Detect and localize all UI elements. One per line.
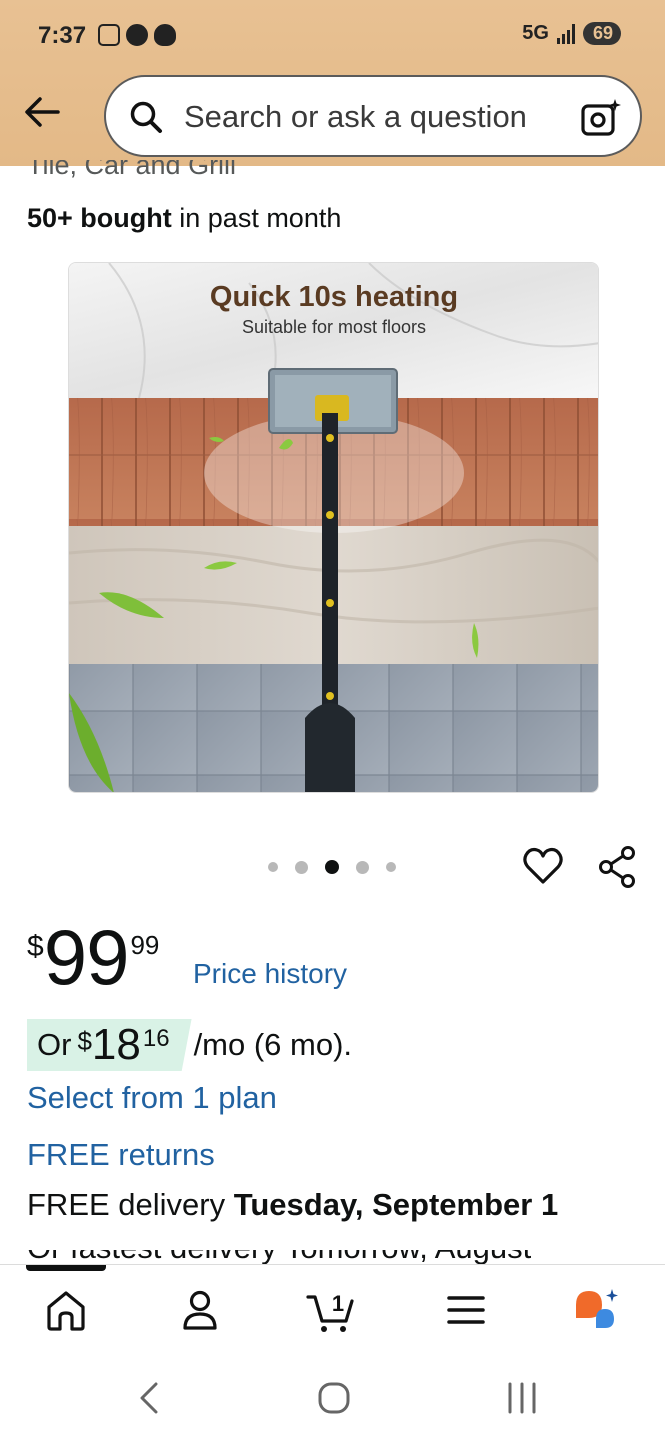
nav-account[interactable] — [175, 1285, 225, 1335]
carousel-dot[interactable] — [268, 862, 278, 872]
heart-icon[interactable] — [522, 846, 564, 886]
installment-offer: Or $ 18 16 /mo (6 mo). — [27, 1019, 352, 1071]
image-subline: Suitable for most floors — [242, 317, 426, 337]
installment-fraction: 16 — [142, 1025, 170, 1052]
camera-search-icon[interactable] — [580, 97, 622, 139]
menu-icon — [447, 1296, 485, 1324]
weather-icon — [154, 24, 176, 46]
installment-badge: Or $ 18 16 — [27, 1019, 192, 1071]
bought-count-number: 50+ bought — [27, 203, 172, 233]
rufus-assistant-icon — [576, 1289, 618, 1328]
share-icon[interactable] — [597, 845, 637, 889]
carousel-dot[interactable] — [356, 860, 369, 874]
battery-indicator: 69 — [582, 22, 621, 45]
carousel-dot[interactable] — [295, 860, 308, 874]
image-carousel-dots[interactable] — [268, 860, 396, 874]
network-label: 5G — [522, 22, 549, 44]
search-placeholder: Search or ask a question — [184, 99, 527, 134]
header-bar: 7:37 5G 69 Search or ask a question — [0, 0, 665, 166]
account-icon — [183, 1290, 217, 1330]
product-image[interactable]: Quick 10s heating Suitable for most floo… — [68, 262, 599, 793]
system-back-icon[interactable] — [130, 1378, 170, 1418]
image-headline: Quick 10s heating — [210, 281, 458, 313]
system-recents-icon[interactable] — [502, 1378, 542, 1418]
active-tab-indicator — [26, 1265, 106, 1271]
price-whole: 99 — [43, 913, 130, 1001]
search-icon — [130, 101, 162, 133]
delivery-prefix: FREE delivery — [27, 1187, 234, 1222]
price-history-link[interactable]: Price history — [193, 958, 347, 990]
system-nav-bar — [0, 1350, 665, 1440]
price-currency: $ — [27, 930, 44, 963]
price-fraction: 99 — [130, 930, 160, 960]
select-plan-link[interactable]: Select from 1 plan — [27, 1080, 277, 1116]
installment-prefix: Or — [37, 1027, 72, 1062]
screenshot-icon — [98, 24, 120, 46]
delivery-date: Tuesday, September 1 — [233, 1187, 559, 1222]
delivery-info: FREE delivery Tuesday, September 1 — [27, 1187, 558, 1223]
status-right: 5G 69 — [522, 22, 621, 45]
nav-cart[interactable]: 1 — [306, 1285, 356, 1335]
installment-whole: 18 — [91, 1020, 141, 1069]
notification-icons — [98, 24, 176, 46]
carousel-dot-active[interactable] — [325, 860, 339, 874]
status-time: 7:37 — [38, 22, 87, 49]
facebook-icon — [126, 24, 148, 46]
price: $ 99 99 — [27, 918, 159, 996]
home-icon — [47, 1291, 85, 1331]
bought-count: 50+ bought in past month — [27, 203, 341, 234]
carousel-dot[interactable] — [386, 862, 396, 872]
cart-icon: 1 — [306, 1291, 354, 1332]
status-bar: 7:37 5G 69 — [0, 0, 665, 72]
installment-suffix: /mo (6 mo). — [193, 1027, 353, 1062]
free-returns-link[interactable]: FREE returns — [27, 1137, 215, 1173]
bought-count-suffix: in past month — [171, 203, 342, 233]
cart-count: 1 — [332, 1291, 344, 1316]
nav-menu[interactable] — [441, 1285, 491, 1335]
system-home-icon[interactable] — [314, 1378, 354, 1418]
installment-currency: $ — [77, 1025, 92, 1056]
bottom-nav: 1 — [0, 1264, 665, 1350]
nav-home[interactable] — [41, 1285, 91, 1335]
search-input[interactable]: Search or ask a question — [104, 75, 642, 157]
nav-rufus[interactable] — [572, 1285, 622, 1335]
back-arrow-icon[interactable] — [22, 92, 62, 132]
signal-icon — [556, 23, 575, 44]
